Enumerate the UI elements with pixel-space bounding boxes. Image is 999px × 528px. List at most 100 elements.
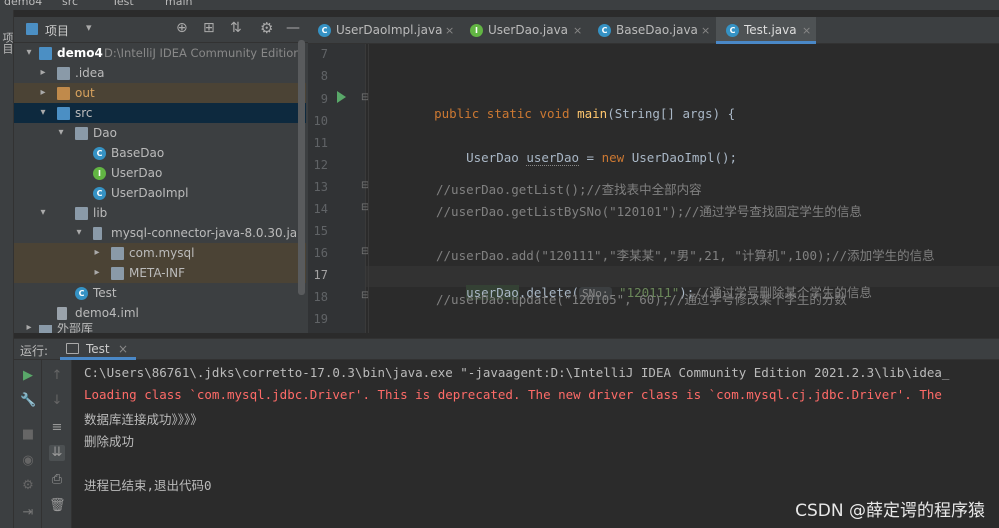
line-number: 19 (313, 312, 328, 326)
tree-item-meta-inf[interactable]: ▸ META-INF (14, 263, 306, 283)
down-arrow-icon[interactable]: ↓ (49, 393, 65, 409)
line-number: 15 (313, 224, 328, 238)
expand-all-icon[interactable]: ⇅ (230, 20, 242, 36)
wrench-icon[interactable]: 🔧 (20, 393, 36, 409)
expand-arrow-icon[interactable]: ▾ (74, 223, 84, 243)
folder-icon (111, 267, 124, 280)
run-panel-title: 运行: (20, 344, 49, 358)
tab-test[interactable]: C Test.java × (716, 17, 816, 44)
editor-gutter: 7 8 9 10 11 12 13 14 15 16 17 18 19 ⊟ ⊟ … (308, 44, 369, 333)
print-icon[interactable]: ⎙ (49, 472, 65, 488)
folder-icon (57, 67, 70, 80)
run-tab-test[interactable]: Test × (60, 339, 136, 360)
expand-arrow-icon[interactable]: ▾ (56, 123, 66, 143)
code-line-14: //userDao.getListBySNo("120101");//通过学号查… (436, 204, 862, 219)
editor-tab-bar: C UserDaoImpl.java × I UserDao.java × C … (308, 17, 999, 44)
code-line-11: UserDao userDao = new UserDaoImpl(); (466, 150, 738, 166)
breadcrumb-src[interactable]: src (62, 0, 78, 8)
collapse-all-icon[interactable]: ⊞ (203, 20, 215, 36)
project-tool-button[interactable]: 项目 (1, 32, 14, 54)
tree-item-userdao[interactable]: I UserDao (14, 163, 306, 183)
excluded-folder-icon (57, 87, 70, 100)
package-icon (75, 127, 88, 140)
tree-item-label: Test (93, 286, 117, 300)
class-icon: C (598, 24, 611, 37)
project-panel-header: 项目 ▾ ⊕ ⊞ ⇅ ⚙ — (14, 17, 308, 43)
tree-item-label: UserDaoImpl (111, 186, 189, 200)
run-toolbar-right: ↑ ↓ ≡ ⇊ ⎙ 🗑 (42, 360, 72, 528)
exit-icon[interactable]: ⇥ (20, 505, 36, 521)
tree-item-com-mysql[interactable]: ▸ com.mysql (14, 243, 306, 263)
interface-icon: I (470, 24, 483, 37)
expand-arrow-icon[interactable]: ▸ (38, 63, 48, 83)
line-number: 7 (320, 47, 328, 61)
breadcrumb-method[interactable]: main (165, 0, 192, 8)
class-icon: C (75, 287, 88, 300)
code-line-18: //userDao.update("120105", 60);//通过学号修改某… (436, 292, 847, 307)
run-gutter-icon[interactable] (337, 91, 346, 103)
view-dropdown-icon[interactable]: ▾ (86, 21, 92, 34)
code-line-9: public static void main(String[] args) { (434, 106, 736, 121)
stop-icon[interactable]: ■ (20, 427, 36, 443)
expand-arrow-icon[interactable]: ▸ (92, 243, 102, 263)
tree-item-lib[interactable]: ▾ lib (14, 203, 306, 223)
tree-item-path: D:\IntelliJ IDEA Community Edition (104, 46, 301, 60)
tree-item-src[interactable]: ▾ src (14, 103, 306, 123)
tree-item-basedao[interactable]: C BaseDao (14, 143, 306, 163)
project-panel-title[interactable]: 项目 (45, 22, 69, 39)
tab-userdaoimpl[interactable]: C UserDaoImpl.java × (308, 17, 460, 44)
expand-arrow-icon[interactable]: ▸ (38, 83, 48, 103)
tab-label: Test.java (744, 23, 797, 37)
project-view-icon (26, 23, 38, 35)
expand-arrow-icon[interactable]: ▸ (92, 263, 102, 283)
tree-item-dao[interactable]: ▾ Dao (14, 123, 306, 143)
locate-file-icon[interactable]: ⊕ (176, 20, 188, 36)
scroll-to-end-icon[interactable]: ⇊ (49, 445, 65, 461)
close-icon[interactable]: × (118, 342, 128, 356)
trash-icon[interactable]: 🗑 (49, 498, 66, 514)
console-line: 数据库连接成功》》》》 (84, 412, 203, 427)
close-icon[interactable]: × (573, 17, 582, 44)
expand-arrow-icon[interactable]: ▾ (38, 103, 48, 123)
class-icon: C (93, 187, 106, 200)
breadcrumb-project[interactable]: demo4 (4, 0, 42, 8)
tree-item-mysql-jar[interactable]: ▾ mysql-connector-java-8.0.30.jar (14, 223, 306, 243)
rerun-icon[interactable]: ▶ (20, 368, 36, 384)
tab-basedao[interactable]: C BaseDao.java × (588, 17, 716, 44)
close-icon[interactable]: × (802, 17, 811, 44)
settings-icon[interactable]: ⚙ (20, 478, 36, 494)
class-icon: C (93, 147, 106, 160)
expand-arrow-icon[interactable]: ▾ (38, 203, 48, 223)
code-editor[interactable]: 7 8 9 10 11 12 13 14 15 16 17 18 19 ⊟ ⊟ … (308, 44, 999, 333)
line-number: 13 (313, 180, 328, 194)
tree-item-label: demo4 (57, 46, 103, 60)
tree-item-label: .idea (75, 66, 105, 80)
console-line: C:\Users\86761\.jdks\corretto-17.0.3\bin… (84, 365, 950, 380)
tree-item-test[interactable]: C Test (14, 283, 306, 303)
tree-item-out[interactable]: ▸ out (14, 83, 306, 103)
tree-item-label: out (75, 86, 95, 100)
soft-wrap-icon[interactable]: ≡ (49, 420, 65, 436)
gear-icon[interactable]: ⚙ (260, 19, 273, 37)
expand-arrow-icon[interactable]: ▸ (24, 323, 34, 333)
camera-icon[interactable]: ◉ (20, 453, 36, 469)
breadcrumb-file[interactable]: Test (112, 0, 134, 8)
hide-panel-icon[interactable]: — (286, 20, 300, 36)
tree-item-demo4[interactable]: ▾ demo4 D:\IntelliJ IDEA Community Editi… (14, 43, 306, 63)
tree-item-idea[interactable]: ▸ .idea (14, 63, 306, 83)
run-tab-label: Test (86, 342, 110, 356)
tree-item-label: UserDao (111, 166, 163, 180)
line-number: 9 (320, 92, 328, 106)
project-scrollbar[interactable] (298, 40, 305, 295)
tree-item-demo4-iml[interactable]: demo4.iml (14, 303, 306, 323)
tree-item-external-libs[interactable]: ▸ 外部库 (14, 323, 306, 333)
tab-userdao[interactable]: I UserDao.java × (460, 17, 588, 44)
package-icon (111, 247, 124, 260)
tree-item-userdaoimpl[interactable]: C UserDaoImpl (14, 183, 306, 203)
up-arrow-icon[interactable]: ↑ (49, 368, 65, 384)
close-icon[interactable]: × (701, 17, 710, 44)
close-icon[interactable]: × (445, 17, 454, 44)
expand-arrow-icon[interactable]: ▾ (24, 43, 34, 63)
tree-item-label: Dao (93, 126, 117, 140)
console-line-error: Loading class `com.mysql.jdbc.Driver'. T… (84, 387, 942, 402)
